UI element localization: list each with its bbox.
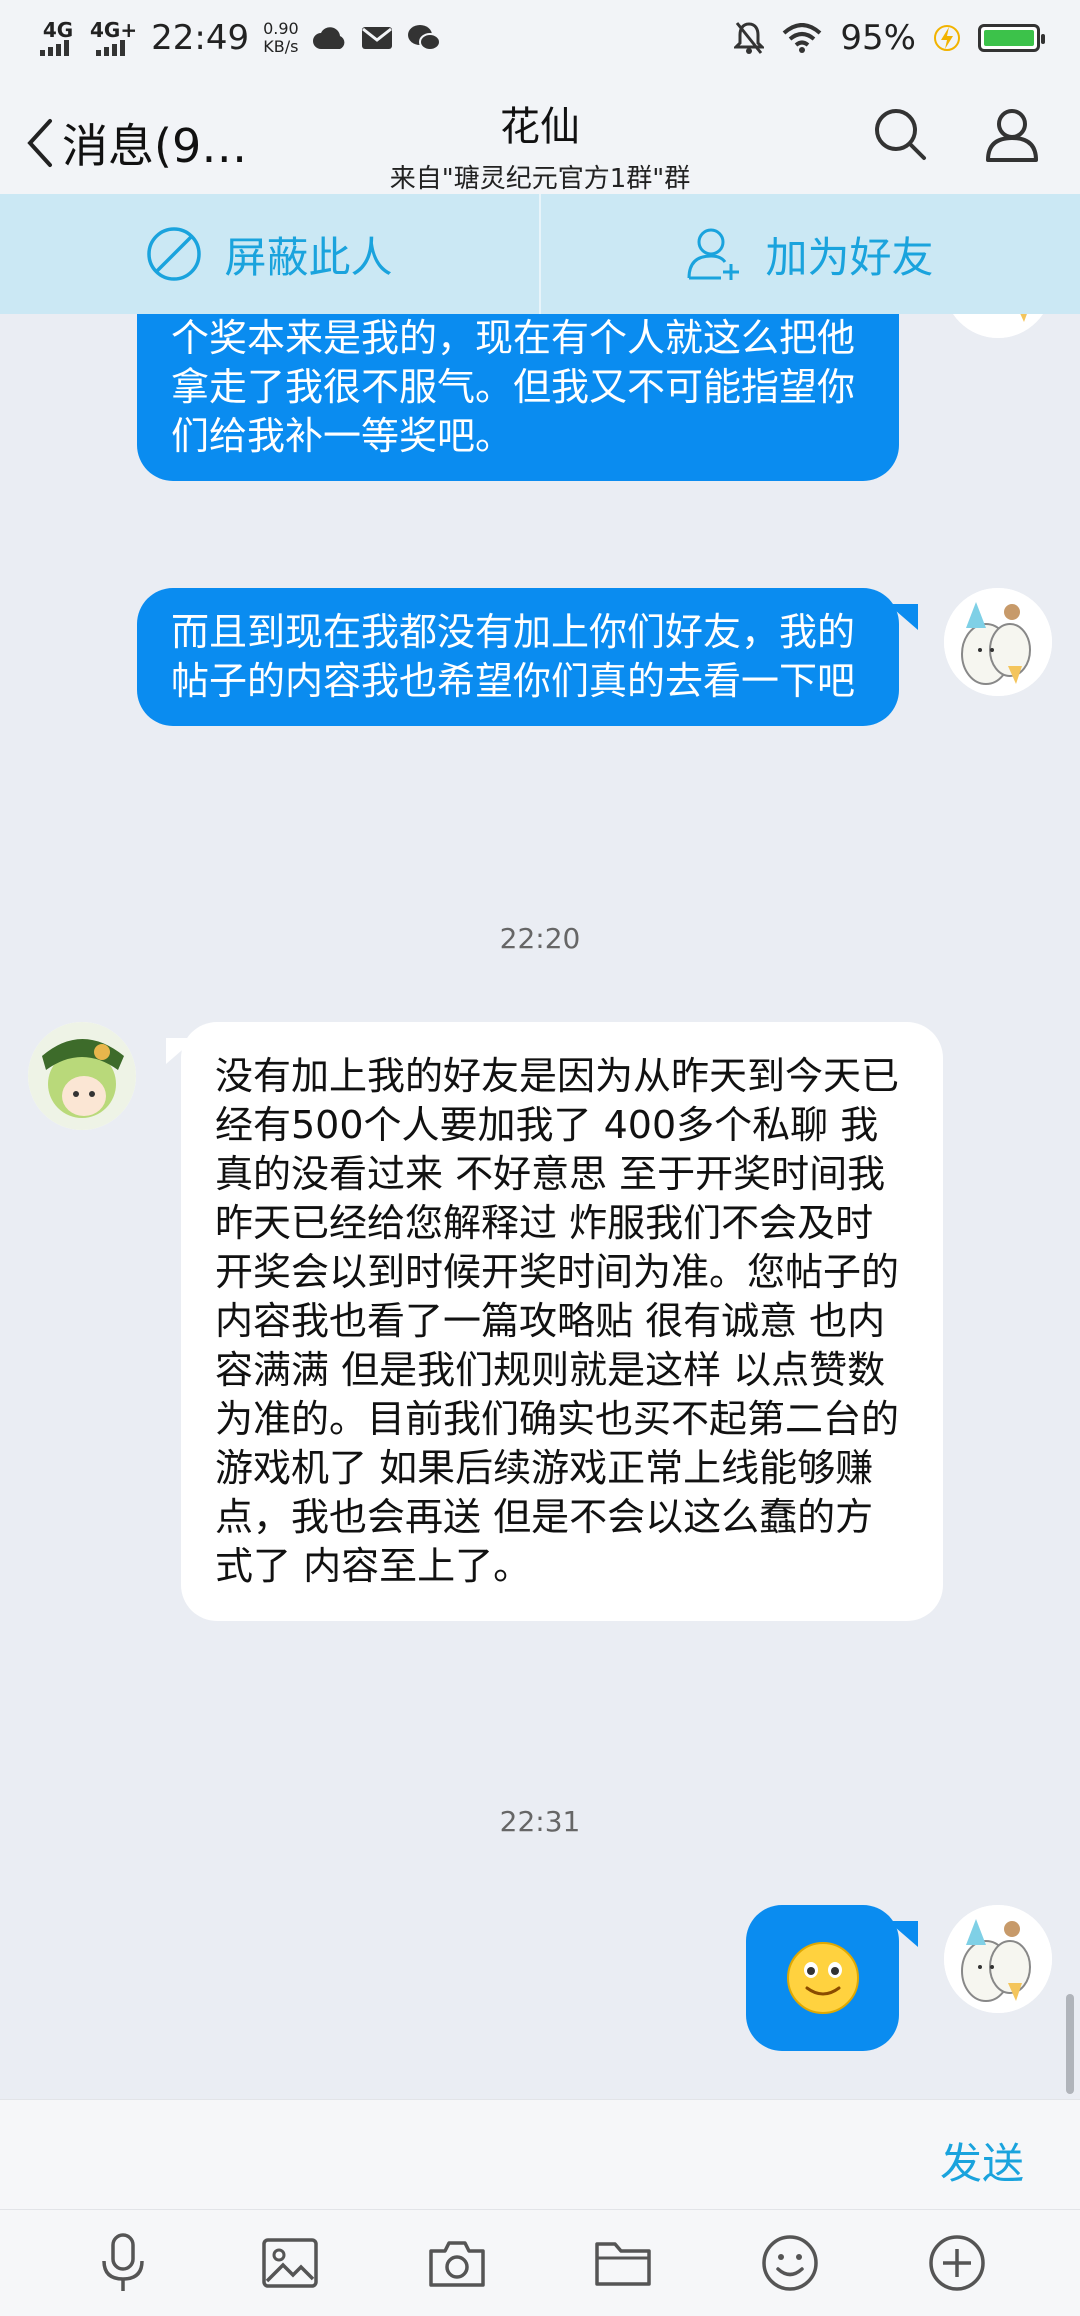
image-icon [262, 2238, 318, 2288]
block-user-button[interactable]: 屏蔽此人 [0, 194, 539, 314]
scrollbar-thumb[interactable] [1066, 1994, 1074, 2094]
network-speed: 0.90 KB/s [263, 19, 299, 56]
profile-icon[interactable] [984, 106, 1040, 162]
my-avatar[interactable] [944, 1905, 1052, 2013]
signal-bars-icon [95, 40, 125, 56]
smile-emoji-icon [786, 1942, 859, 2014]
message-text: 个奖本来是我的，现在有个人就这么把他拿走了我很不服气。但我又不可能指望你们给我补… [171, 316, 856, 458]
avatar-image [944, 314, 1052, 338]
send-button[interactable]: 发送 [940, 2130, 1024, 2191]
voice-button[interactable] [88, 2228, 158, 2298]
my-avatar[interactable] [944, 314, 1052, 338]
add-friend-button[interactable]: 加为好友 [541, 194, 1080, 314]
signal-indicator-2: 4G+ [90, 20, 137, 56]
message-input-row: 发送 [0, 2099, 1080, 2209]
message-list[interactable]: 个奖本来是我的，现在有个人就这么把他拿走了我很不服气。但我又不可能指望你们给我补… [0, 314, 1080, 2099]
signal-bars-icon [40, 40, 69, 56]
camera-icon [428, 2241, 485, 2287]
back-label: 消息(9… [62, 119, 248, 173]
charging-icon [934, 25, 960, 51]
cloud-icon [312, 27, 345, 49]
timestamp: 22:20 [499, 922, 581, 955]
message-bubble-outgoing[interactable]: 个奖本来是我的，现在有个人就这么把他拿走了我很不服气。但我又不可能指望你们给我补… [137, 314, 899, 481]
block-icon [147, 227, 202, 281]
my-avatar[interactable] [944, 588, 1052, 696]
timestamp: 22:31 [499, 1805, 581, 1838]
microphone-icon [102, 2233, 145, 2291]
image-button[interactable] [255, 2228, 325, 2298]
file-button[interactable] [588, 2228, 658, 2298]
mail-icon [361, 27, 392, 49]
status-bar: 4G 4G+ 22:49 0.90 KB/s 95% [0, 0, 1080, 76]
wifi-icon [783, 23, 822, 53]
input-toolbar [0, 2209, 1080, 2316]
battery-percent: 95% [840, 18, 916, 58]
camera-button[interactable] [422, 2228, 492, 2298]
message-text: 而且到现在我都没有加上你们好友，我的帖子的内容我也希望你们真的去看一下吧 [171, 610, 856, 703]
stranger-action-bar: 屏蔽此人 加为好友 [0, 194, 1080, 314]
chevron-left-icon [27, 119, 52, 167]
mute-bell-icon [734, 22, 765, 54]
block-user-label: 屏蔽此人 [224, 232, 393, 282]
wechat-icon [407, 25, 441, 51]
more-button[interactable] [922, 2228, 992, 2298]
sender-avatar[interactable] [28, 1022, 136, 1130]
battery-icon [978, 24, 1045, 52]
avatar-image [28, 1022, 136, 1130]
clock: 22:49 [151, 18, 250, 58]
add-friend-label: 加为好友 [765, 232, 934, 282]
emoji-icon [762, 2235, 818, 2291]
plus-circle-icon [928, 2235, 985, 2291]
avatar-image [944, 1905, 1052, 2013]
chat-header: 消息(9… 花仙 来自"瑭灵纪元官方1群"群 [0, 76, 1080, 194]
message-bubble-incoming[interactable]: 没有加上我的好友是因为从昨天到今天已经有500个人要加我了 400多个私聊 我真… [181, 1022, 943, 1621]
emoji-button[interactable] [755, 2228, 825, 2298]
avatar-image [944, 588, 1052, 696]
message-bubble-outgoing-emoji[interactable] [746, 1905, 899, 2051]
message-text: 没有加上我的好友是因为从昨天到今天已经有500个人要加我了 400多个私聊 我真… [215, 1054, 900, 1588]
back-button[interactable]: 消息(9… [24, 110, 247, 176]
message-bubble-outgoing[interactable]: 而且到现在我都没有加上你们好友，我的帖子的内容我也希望你们真的去看一下吧 [137, 588, 899, 726]
message-input[interactable] [30, 2116, 870, 2194]
search-icon[interactable] [872, 106, 928, 162]
folder-icon [595, 2242, 652, 2286]
add-user-icon [687, 228, 740, 280]
signal-indicator-1: 4G [40, 20, 76, 56]
